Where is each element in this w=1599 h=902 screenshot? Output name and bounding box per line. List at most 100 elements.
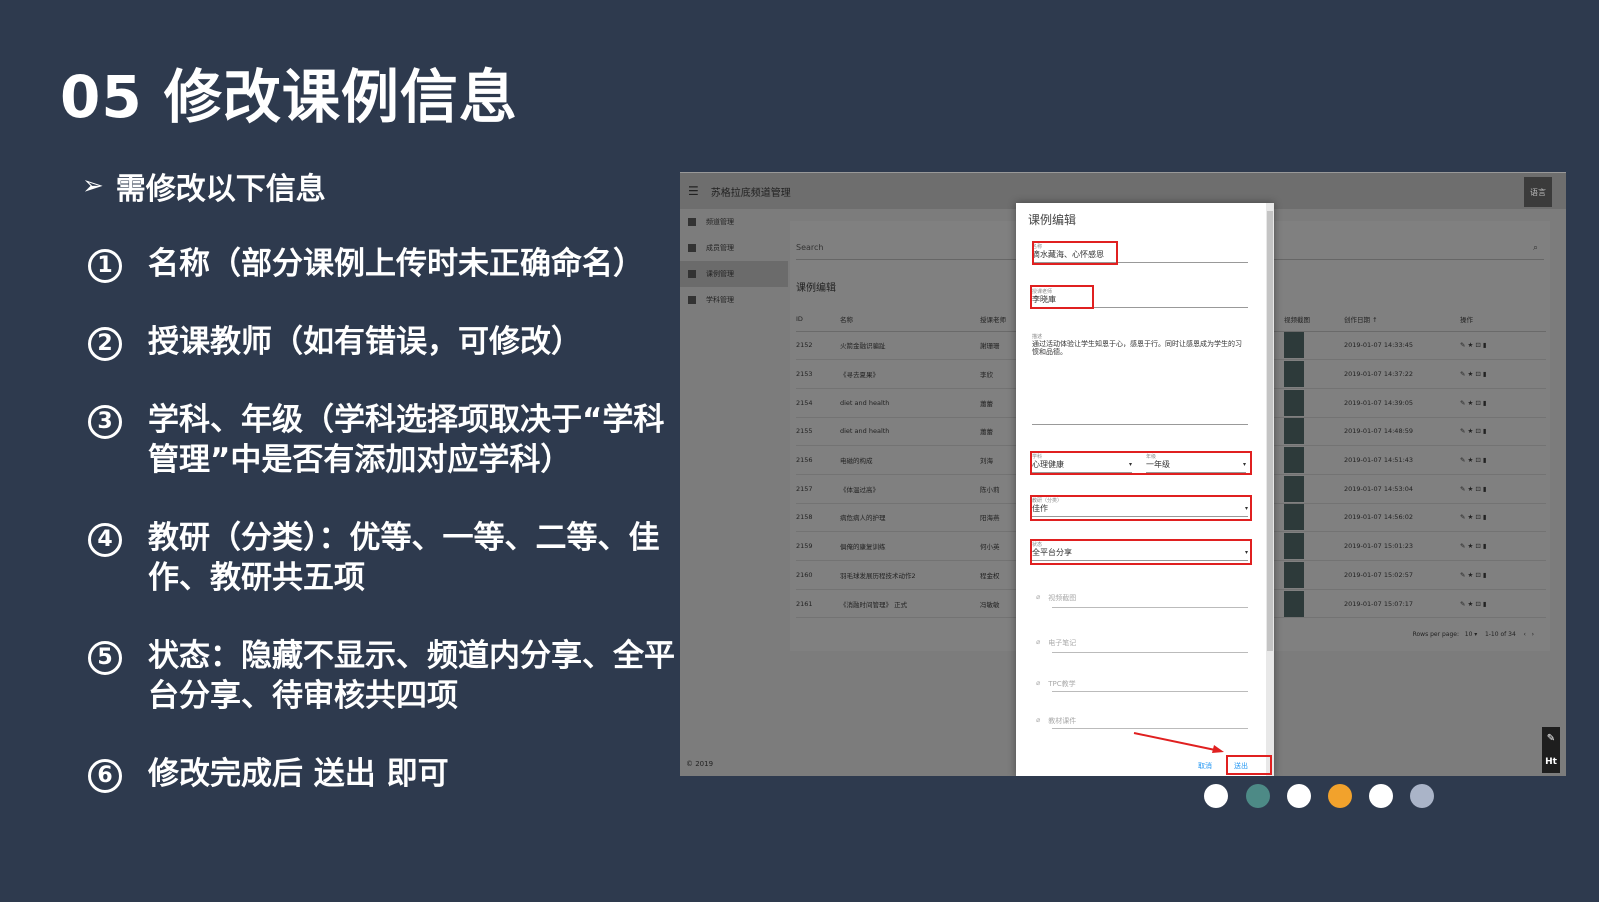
row-actions[interactable]: ✎ ★ ⊡ ▮ bbox=[1460, 445, 1546, 475]
upload-video-screenshot[interactable]: ⌀ 视频截图 bbox=[1036, 593, 1248, 603]
video-thumbnail bbox=[1284, 504, 1304, 531]
highlight-box bbox=[1030, 539, 1252, 565]
rows-per-page-label: Rows per page: bbox=[1412, 631, 1460, 638]
subject-icon bbox=[688, 296, 696, 304]
item-text: 学科、年级（学科选择项取决于“学科管理”中是否有添加对应学科） bbox=[148, 402, 665, 478]
highlight-box bbox=[1030, 495, 1252, 521]
menu-icon[interactable]: ☰ bbox=[688, 184, 699, 198]
number-badge: 3 bbox=[88, 405, 122, 439]
search-icon[interactable]: ⌕ bbox=[1533, 243, 1538, 253]
list-item: 6 修改完成后 送出 即可 bbox=[88, 754, 449, 794]
highlight-box bbox=[1030, 451, 1252, 475]
edit-dialog: 课例编辑 名称 滴水藏海、心怀感恩 授课老师 李晓庫 描述 通过活动体验让学生知… bbox=[1016, 203, 1274, 776]
search-input[interactable]: Search bbox=[796, 243, 823, 252]
video-thumbnail bbox=[1284, 389, 1304, 416]
row-actions[interactable]: ✎ ★ ⊡ ▮ bbox=[1460, 359, 1546, 389]
slide-title: 05 修改课例信息 bbox=[60, 63, 518, 131]
page-range: 1-10 of 34 bbox=[1484, 631, 1516, 638]
row-actions[interactable]: ✎ ★ ⊡ ▮ bbox=[1460, 417, 1546, 447]
list-item: 5 状态：隐藏不显示、频道内分享、全平台分享、待审核共四项 bbox=[88, 636, 688, 716]
number-badge: 5 bbox=[88, 641, 122, 675]
column-header[interactable]: 视频截图 bbox=[1284, 307, 1344, 332]
dialog-scrollbar[interactable] bbox=[1266, 203, 1274, 776]
row-actions[interactable]: ✎ ★ ⊡ ▮ bbox=[1460, 388, 1546, 418]
video-thumbnail bbox=[1284, 447, 1304, 474]
arrow-bullet-icon: ➢ bbox=[82, 171, 104, 201]
row-actions[interactable]: ✎ ★ ⊡ ▮ bbox=[1460, 474, 1546, 504]
sidebar-item-label: 频道管理 bbox=[706, 218, 734, 226]
app-title: 苏格拉底频道管理 bbox=[710, 187, 791, 199]
sidebar-item-lessons[interactable]: 课例管理 bbox=[680, 261, 788, 287]
sidebar-item-label: 学科管理 bbox=[706, 296, 734, 304]
item-text: 名称（部分课例上传时未正确命名） bbox=[148, 246, 644, 282]
nav-dot[interactable] bbox=[1287, 784, 1311, 808]
dashboard-icon bbox=[688, 218, 696, 226]
column-header[interactable]: ID bbox=[796, 307, 840, 332]
number-badge: 1 bbox=[88, 249, 122, 283]
intro-text: 需修改以下信息 bbox=[115, 172, 326, 207]
list-item: 4 教研（分类）：优等、一等、二等、佳作、教研共五项 bbox=[88, 518, 688, 598]
list-item: 1 名称（部分课例上传时未正确命名） bbox=[88, 244, 644, 284]
video-thumbnail bbox=[1284, 590, 1304, 617]
video-thumbnail bbox=[1284, 533, 1304, 560]
nav-dot[interactable] bbox=[1369, 784, 1393, 808]
video-thumbnail bbox=[1284, 475, 1304, 502]
item-text: 状态：隐藏不显示、频道内分享、全平台分享、待审核共四项 bbox=[148, 638, 675, 714]
column-header[interactable]: 名称 bbox=[840, 307, 980, 332]
sidebar: 频道管理 成员管理 课例管理 学科管理 bbox=[680, 209, 788, 776]
nav-dot[interactable] bbox=[1410, 784, 1434, 808]
description-field[interactable]: 描述 通过活动体验让学生知恩于心，感恩于行。同时让感恩成为学生的习惯和品德。 bbox=[1032, 333, 1248, 425]
number-badge: 2 bbox=[88, 327, 122, 361]
nav-dot[interactable] bbox=[1246, 784, 1270, 808]
rows-per-page-select[interactable]: 10 bbox=[1465, 631, 1473, 638]
row-actions[interactable]: ✎ ★ ⊡ ▮ bbox=[1460, 503, 1546, 533]
video-thumbnail bbox=[1284, 418, 1304, 445]
number-badge: 4 bbox=[88, 523, 122, 557]
upload-tpc[interactable]: ⌀ TPC教学 bbox=[1036, 679, 1248, 689]
chevron-left-icon[interactable]: ‹ bbox=[1523, 631, 1525, 638]
sidebar-item-members[interactable]: 成员管理 bbox=[680, 235, 788, 261]
row-actions[interactable]: ✎ ★ ⊡ ▮ bbox=[1460, 331, 1546, 361]
upload-courseware[interactable]: ⌀ 教材课件 bbox=[1036, 716, 1248, 726]
dialog-title: 课例编辑 bbox=[1028, 213, 1077, 227]
upload-e-notes[interactable]: ⌀ 电子笔记 bbox=[1036, 638, 1248, 648]
book-icon bbox=[688, 270, 696, 278]
highlight-box bbox=[1030, 285, 1094, 309]
sidebar-item-label: 课例管理 bbox=[706, 270, 734, 278]
intro-line: ➢ 需修改以下信息 bbox=[82, 164, 326, 208]
video-thumbnail bbox=[1284, 332, 1304, 359]
video-thumbnail bbox=[1284, 361, 1304, 388]
paperclip-icon: ⌀ bbox=[1036, 716, 1041, 724]
person-icon bbox=[688, 244, 696, 252]
language-button[interactable]: 语言 bbox=[1524, 177, 1552, 207]
row-actions[interactable]: ✎ ★ ⊡ ▮ bbox=[1460, 560, 1546, 590]
column-header: 操作 bbox=[1460, 307, 1546, 332]
cancel-button[interactable]: 取消 bbox=[1198, 761, 1212, 771]
pointer-arrow-icon bbox=[1133, 732, 1224, 753]
column-header[interactable]: 创作日期 ↑ bbox=[1344, 307, 1460, 332]
item-text: 授课教师（如有错误，可修改） bbox=[148, 324, 582, 360]
sidebar-item-channels[interactable]: 频道管理 bbox=[680, 209, 788, 235]
paperclip-icon: ⌀ bbox=[1036, 679, 1041, 687]
highlight-box bbox=[1226, 755, 1272, 775]
item-text: 教研（分类）：优等、一等、二等、佳作、教研共五项 bbox=[148, 520, 660, 596]
highlight-box bbox=[1032, 241, 1118, 265]
nav-dot-active[interactable] bbox=[1328, 784, 1352, 808]
paperclip-icon: ⌀ bbox=[1036, 638, 1041, 646]
sidebar-item-subjects[interactable]: 学科管理 bbox=[680, 287, 788, 313]
list-item: 3 学科、年级（学科选择项取决于“学科管理”中是否有添加对应学科） bbox=[88, 400, 688, 480]
row-actions[interactable]: ✎ ★ ⊡ ▮ bbox=[1460, 531, 1546, 561]
paperclip-icon: ⌀ bbox=[1036, 593, 1041, 601]
fab-label: Ht bbox=[1545, 756, 1557, 767]
video-thumbnail bbox=[1284, 561, 1304, 588]
footer: © 2019 bbox=[686, 760, 714, 768]
section-title: 课例编辑 bbox=[796, 283, 836, 294]
nav-dot[interactable] bbox=[1204, 784, 1228, 808]
pagination: Rows per page: 10 ▾ 1-10 of 34 ‹ › bbox=[1412, 631, 1534, 638]
list-item: 2 授课教师（如有错误，可修改） bbox=[88, 322, 582, 362]
app-screenshot: ☰ 苏格拉底频道管理 语言 频道管理 成员管理 课例管理 学科管理 Search… bbox=[680, 172, 1566, 776]
chevron-right-icon[interactable]: › bbox=[1532, 631, 1534, 638]
number-badge: 6 bbox=[88, 759, 122, 793]
row-actions[interactable]: ✎ ★ ⊡ ▮ bbox=[1460, 589, 1546, 619]
edit-fab[interactable]: ✎ Ht bbox=[1542, 727, 1560, 773]
